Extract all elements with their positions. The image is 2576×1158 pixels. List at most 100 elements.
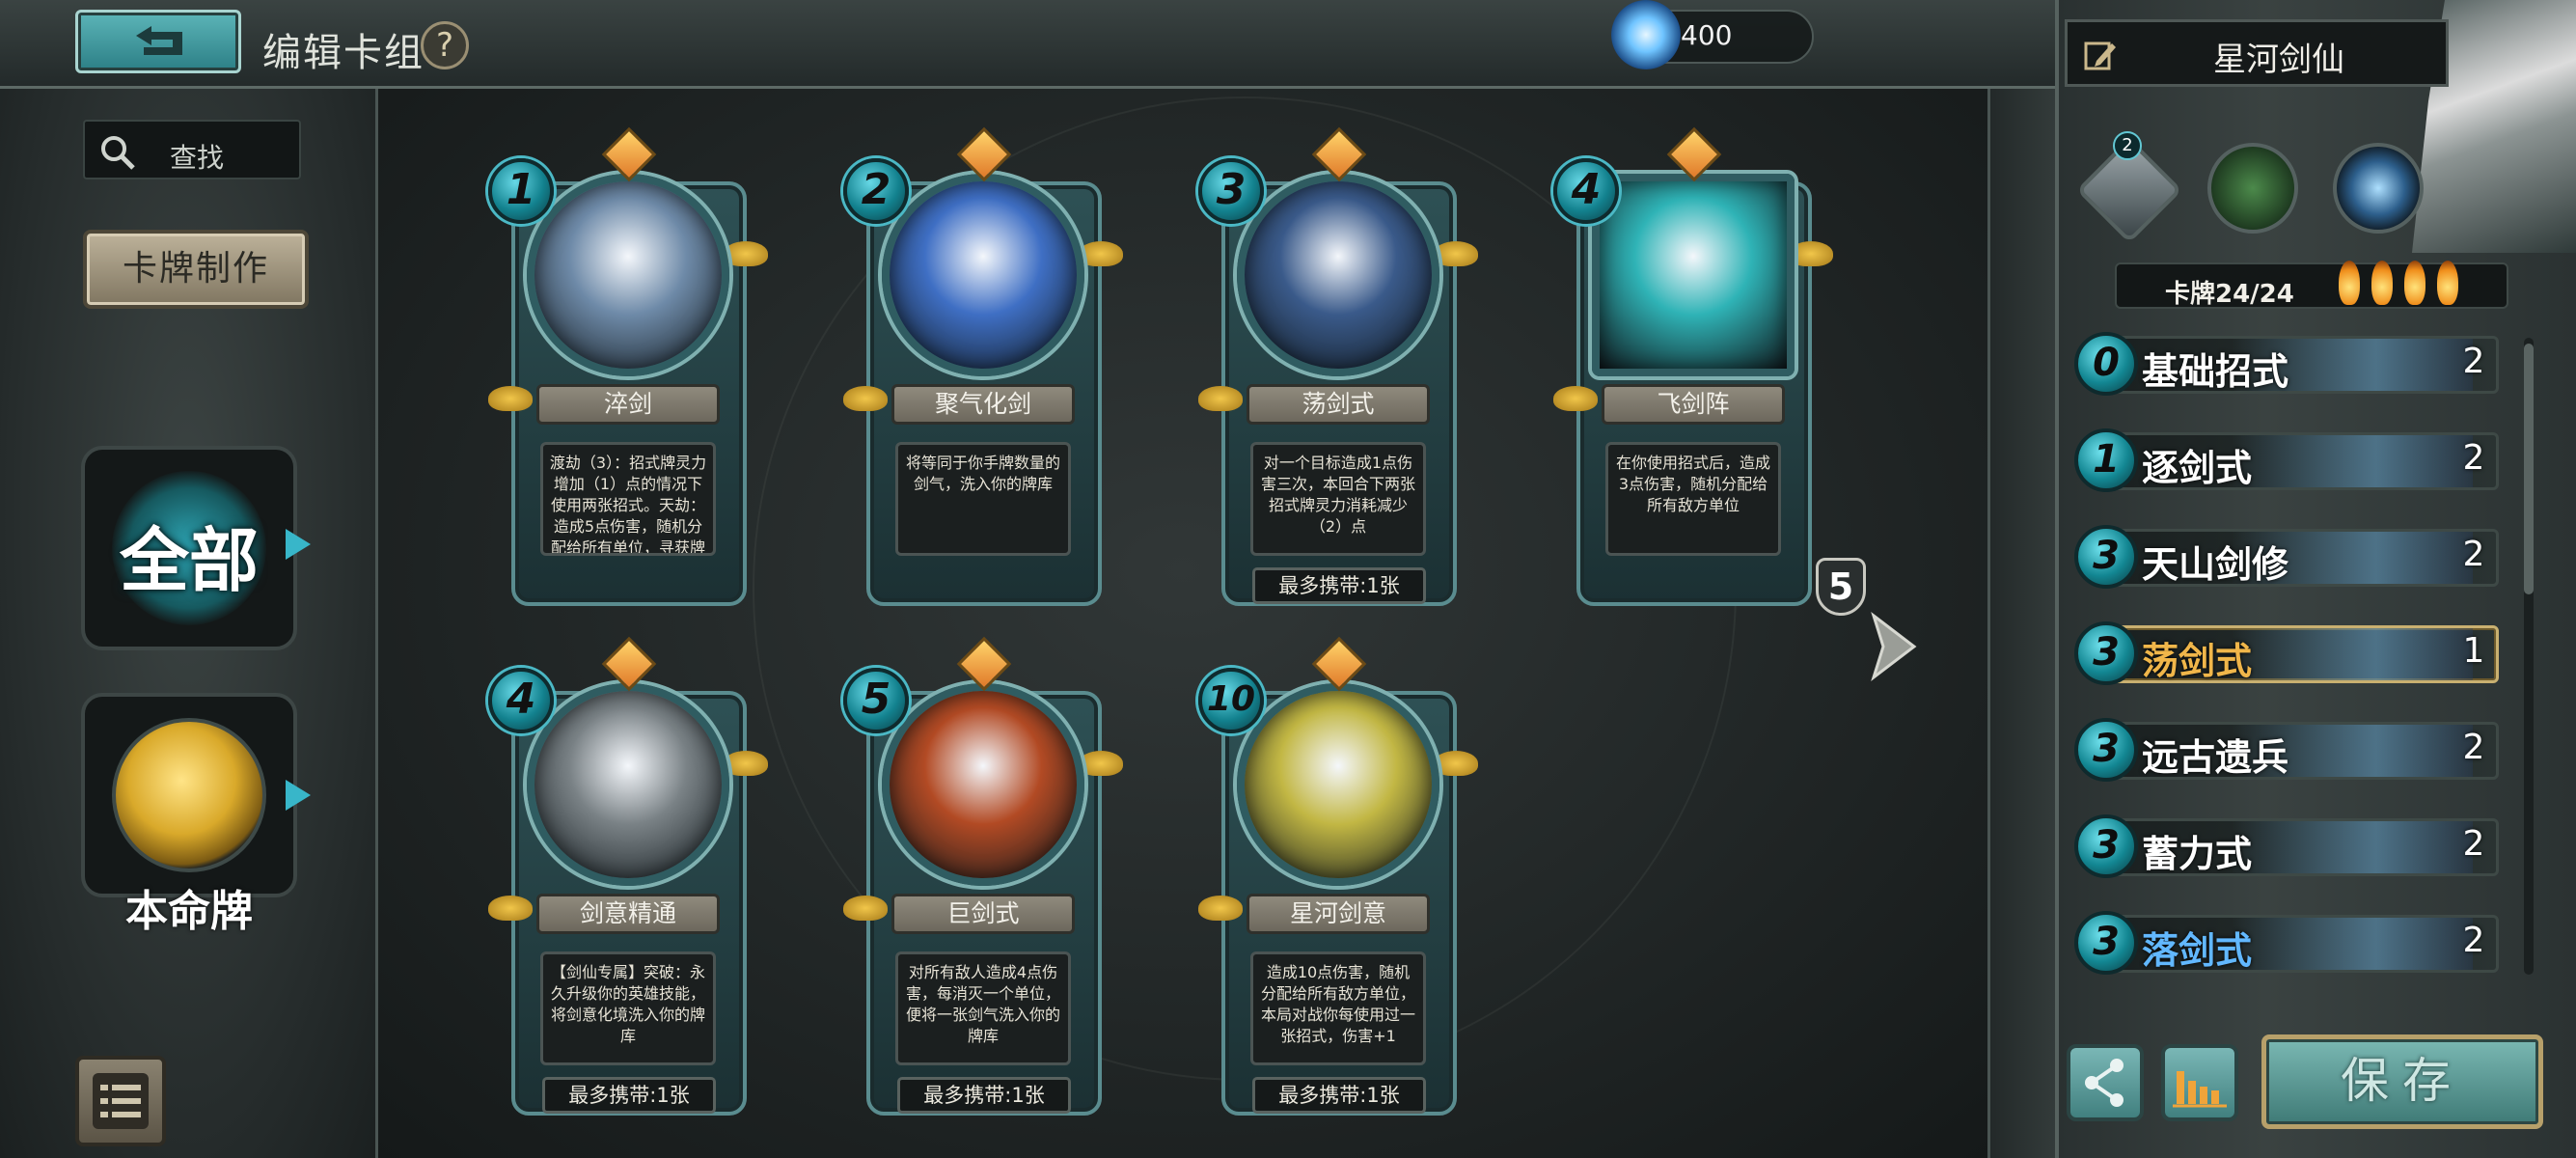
rarity-gem-icon <box>956 636 1012 692</box>
hero-name: 星河剑仙 <box>2213 41 2344 79</box>
card-art <box>882 174 1084 376</box>
flame-icon <box>2404 261 2425 305</box>
card-art <box>1592 174 1795 376</box>
deck-card-row[interactable]: 3 远古遗兵 2 <box>2074 710 2508 787</box>
leaf-decoration-icon <box>843 896 888 921</box>
leaf-decoration-icon <box>488 386 533 411</box>
deck-card-row[interactable]: 3 落剑式 2 <box>2074 903 2508 980</box>
back-arrow-icon <box>136 26 182 55</box>
stats-button[interactable] <box>2161 1044 2238 1121</box>
deck-row-art <box>2232 435 2473 487</box>
save-button[interactable]: 保存 <box>2261 1034 2543 1129</box>
filter-all-button[interactable]: 全部 <box>81 446 297 650</box>
card[interactable]: 2 聚气化剑将等同于你手牌数量的剑气，洗入你的牌库 <box>837 126 1127 608</box>
card[interactable]: 4 剑意精通 【剑仙专属】突破：永久升级你的英雄技能，将剑意化境洗入你的牌库 最多携带… <box>482 636 772 1117</box>
deck-card-row[interactable]: 0 基础招式 2 <box>2074 324 2508 401</box>
card-art <box>1237 683 1439 886</box>
magnifier-icon <box>101 136 135 170</box>
card-name: 巨剑式 <box>891 894 1075 934</box>
search-label: 查找 <box>170 142 225 174</box>
card[interactable]: 10 星河剑意 造成10点伤害，随机分配给所有敌方单位，本局对战你每使用过一张招式，… <box>1192 636 1482 1117</box>
leaf-decoration-icon <box>1198 386 1243 411</box>
card-art <box>882 683 1084 886</box>
card-name: 淬剑 <box>536 384 720 425</box>
deck-scroll-thumb[interactable] <box>2524 344 2534 594</box>
deck-row-name: 逐剑式 <box>2142 447 2253 489</box>
card[interactable]: 1 淬剑 渡劫（3）：招式牌灵力增加（1）点的情况下使用两张招式。天劫：造成5点伤害… <box>482 126 772 608</box>
deck-row-cost: 3 <box>2074 525 2138 589</box>
card-description: 将等同于你手牌数量的剑气，洗入你的牌库 <box>895 442 1071 556</box>
card[interactable]: 4 飞剑阵 在你使用招式后，造成3点伤害，随机分配给所有敌方单位 <box>1548 126 1837 608</box>
carry-limit-label: 最多携带:1张 <box>1252 567 1426 604</box>
deck-row-art <box>2232 628 2473 680</box>
card-description: 对一个目标造成1点伤害三次，本回合下两张招式牌灵力消耗减少（2）点 <box>1250 442 1426 556</box>
card-cost: 4 <box>488 668 554 733</box>
card-description: 渡劫（3）：招式牌灵力增加（1）点的情况下使用两张招式。天劫：造成5点伤害，随机… <box>540 442 716 556</box>
filter-life-pointer-icon <box>286 780 311 811</box>
deck-row-cost: 0 <box>2074 332 2138 396</box>
leaf-decoration-icon <box>724 751 768 776</box>
gourd-item-icon[interactable] <box>2207 143 2298 234</box>
hero-power-icon[interactable] <box>2333 143 2424 234</box>
rarity-gem-icon <box>601 126 657 182</box>
deck-row-cost: 3 <box>2074 621 2138 685</box>
page-number-badge: 5 <box>1816 558 1866 616</box>
help-button[interactable]: ? <box>421 21 469 69</box>
card[interactable]: 3 荡剑式 对一个目标造成1点伤害三次，本回合下两张招式牌灵力消耗减少（2）点 最多携… <box>1192 126 1482 608</box>
rarity-gem-icon <box>1311 636 1367 692</box>
filter-all-label: 全部 <box>119 520 259 601</box>
deck-card-row[interactable]: 3 荡剑式 1 <box>2074 614 2508 691</box>
next-page-arrow-icon[interactable] <box>1860 608 1928 685</box>
deck-row-name: 蓄力式 <box>2142 833 2253 875</box>
deck-card-row[interactable]: 3 天山剑修 2 <box>2074 517 2508 594</box>
deck-row-name: 落剑式 <box>2142 929 2253 972</box>
carry-limit-label: 最多携带:1张 <box>897 1077 1071 1114</box>
card-cost: 10 <box>1198 668 1264 733</box>
filter-all-pointer-icon <box>286 529 311 560</box>
leaf-decoration-icon <box>843 386 888 411</box>
deck-row-cost: 3 <box>2074 814 2138 878</box>
card-name: 荡剑式 <box>1247 384 1430 425</box>
rarity-gem-icon <box>956 126 1012 182</box>
deck-row-count: 2 <box>2462 535 2485 574</box>
leaf-decoration-icon <box>1079 751 1123 776</box>
deck-row-name: 远古遗兵 <box>2142 736 2289 779</box>
flame-icon <box>2339 261 2360 305</box>
card-name: 星河剑意 <box>1247 894 1430 934</box>
card-cost: 2 <box>843 158 909 224</box>
card-description: 对所有敌人造成4点伤害，每消灭一个单位，便将一张剑气洗入你的牌库 <box>895 951 1071 1065</box>
deck-row-name: 天山剑修 <box>2142 543 2289 586</box>
leaf-decoration-icon <box>1553 386 1598 411</box>
card-craft-button[interactable]: 卡牌制作 <box>83 230 309 309</box>
deck-card-row[interactable]: 3 蓄力式 2 <box>2074 807 2508 884</box>
card-name: 聚气化剑 <box>891 384 1075 425</box>
deck-row-art <box>2232 821 2473 873</box>
card-art <box>527 683 729 886</box>
search-input[interactable]: 查找 <box>83 120 301 179</box>
deck-row-count: 2 <box>2462 824 2485 864</box>
share-button[interactable] <box>2067 1044 2144 1121</box>
card-cost: 4 <box>1553 158 1619 224</box>
flame-icon <box>2371 261 2393 305</box>
list-icon <box>93 1073 149 1129</box>
deck-count: 卡牌24/24 <box>2165 280 2294 309</box>
deck-row-count: 2 <box>2462 438 2485 478</box>
leaf-decoration-icon <box>1079 241 1123 266</box>
card-art <box>1237 174 1439 376</box>
deck-card-row[interactable]: 1 逐剑式 2 <box>2074 421 2508 498</box>
rarity-gem-icon <box>601 636 657 692</box>
back-button[interactable] <box>75 10 241 73</box>
filter-life-card-button[interactable]: 本命牌 <box>81 693 297 936</box>
skill-level-badge: 2 <box>2113 131 2142 160</box>
deck-row-count: 2 <box>2462 921 2485 960</box>
deck-row-art <box>2232 918 2473 970</box>
deck-row-count: 1 <box>2462 631 2485 671</box>
leaf-decoration-icon <box>1434 751 1478 776</box>
card[interactable]: 5 巨剑式 对所有敌人造成4点伤害，每消灭一个单位，便将一张剑气洗入你的牌库 最多携带… <box>837 636 1127 1117</box>
filter-life-card-label: 本命牌 <box>125 887 253 936</box>
leaf-decoration-icon <box>724 241 768 266</box>
page-title: 编辑卡组 <box>262 31 425 75</box>
deck-row-count: 2 <box>2462 342 2485 381</box>
bar-chart-icon <box>2173 1071 2227 1108</box>
list-view-button[interactable] <box>75 1056 166 1146</box>
